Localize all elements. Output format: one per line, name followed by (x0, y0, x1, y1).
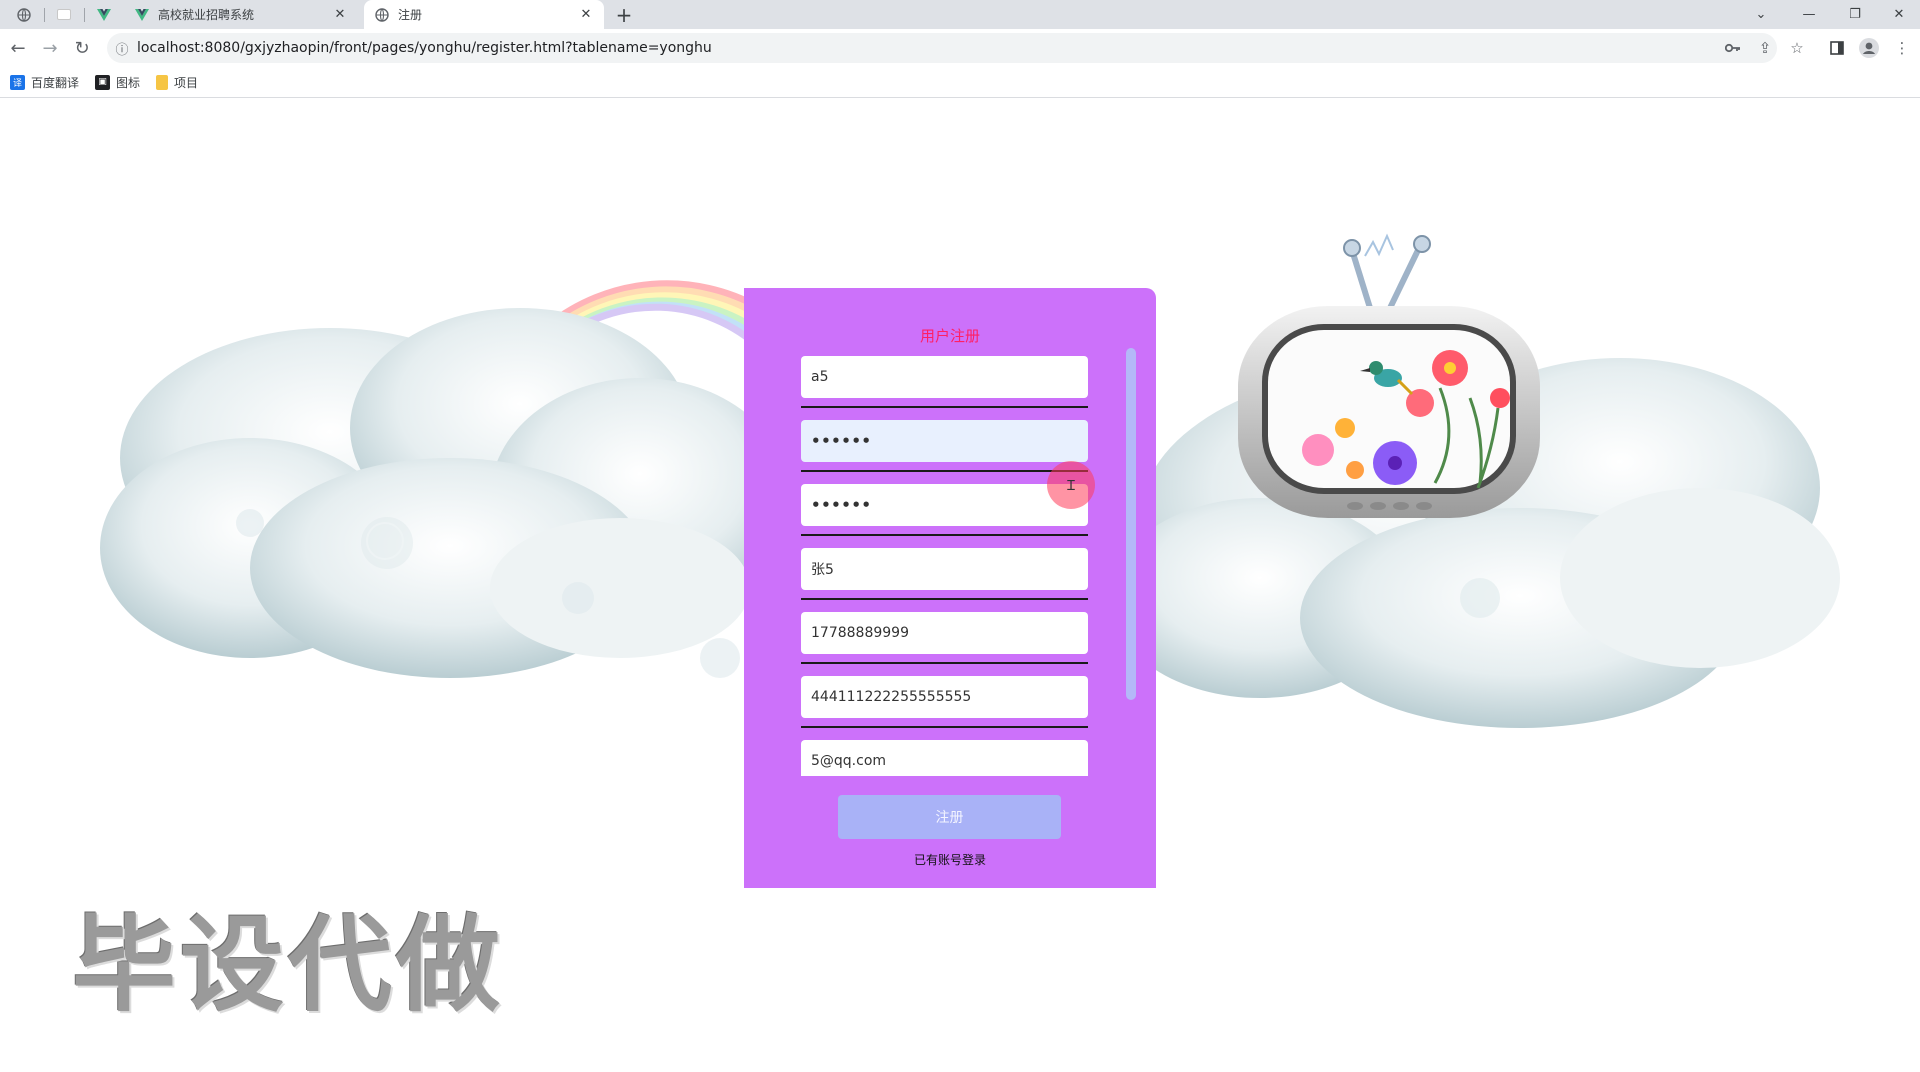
field-underline (801, 662, 1088, 664)
key-icon[interactable] (1719, 34, 1747, 62)
text-cursor-icon: Ɪ (1067, 477, 1075, 494)
browser-toolbar: ← → ↻ ⓘ localhost:8080/gxjyzhaopin/front… (0, 29, 1920, 67)
reload-icon[interactable]: ↻ (68, 34, 96, 62)
tab-register[interactable]: 注册 ✕ (364, 0, 604, 29)
share-icon[interactable]: ⇪ (1751, 34, 1779, 62)
close-tab-icon[interactable]: ✕ (332, 7, 348, 23)
close-tab-icon[interactable]: ✕ (578, 7, 594, 23)
password-field-wrap: •••••• (801, 420, 1088, 472)
watermark-text: 毕设代做 (72, 904, 505, 1026)
id-card-input[interactable]: 444111222255555555 (801, 676, 1088, 718)
minimize-icon[interactable]: — (1786, 0, 1832, 29)
bookmark-label: 项目 (174, 75, 199, 90)
blank-page-icon (57, 9, 71, 20)
bookmark-icons[interactable]: ▣ 图标 (95, 74, 140, 91)
field-value: 张5 (811, 562, 834, 578)
side-panel-icon[interactable] (1823, 34, 1851, 62)
tab-title: 高校就业招聘系统 (158, 8, 255, 22)
register-title: 用户注册 (919, 327, 980, 345)
register-card: 用户注册 a5 •••••• •••••• 张5 17788889999 444… (744, 288, 1156, 888)
field-value: 444111222255555555 (811, 689, 972, 705)
vue-logo-icon (97, 8, 111, 21)
field-underline (801, 598, 1088, 600)
page-body: 用户注册 a5 •••••• •••••• 张5 17788889999 444… (0, 98, 1920, 1072)
restore-icon[interactable]: ❐ (1832, 0, 1878, 29)
id-card-field-wrap: 444111222255555555 (801, 676, 1088, 728)
tab-separator (84, 8, 85, 22)
field-value: 17788889999 (811, 625, 909, 641)
folder-icon (156, 74, 169, 90)
field-underline (801, 534, 1088, 536)
bookmarks-bar: 译 百度翻译 ▣ 图标 项目 (0, 67, 1920, 98)
field-underline (801, 470, 1088, 472)
tab-strip: 高校就业招聘系统 ✕ 注册 ✕ + ⌄ — ❐ ✕ (0, 0, 1920, 29)
email-input[interactable]: 5@qq.com (801, 740, 1088, 776)
url-text: localhost:8080/gxjyzhaopin/front/pages/y… (137, 40, 712, 56)
close-window-icon[interactable]: ✕ (1876, 0, 1920, 29)
phone-field-wrap: 17788889999 (801, 612, 1088, 664)
image-icon: ▣ (95, 74, 111, 90)
vue-logo-icon (134, 7, 150, 23)
globe-icon (374, 7, 390, 23)
menu-kebab-icon[interactable]: ⋮ (1888, 34, 1916, 62)
tab-separator (44, 8, 45, 22)
pinned-tab-blank[interactable] (50, 0, 78, 29)
pinned-tab-globe[interactable] (10, 0, 38, 29)
pinned-tab-vue[interactable] (90, 0, 118, 29)
site-info-icon[interactable]: ⓘ (107, 39, 137, 58)
real-name-input[interactable]: 张5 (801, 548, 1088, 590)
bookmark-label: 图标 (116, 75, 141, 90)
field-value: •••••• (811, 432, 872, 450)
translate-icon: 译 (10, 74, 25, 90)
field-value: 5@qq.com (811, 753, 887, 769)
username-input[interactable]: a5 (801, 356, 1088, 398)
tab-title: 注册 (398, 8, 423, 22)
confirm-password-input[interactable]: •••••• (801, 484, 1088, 526)
field-value: •••••• (811, 496, 872, 514)
bookmark-label: 百度翻译 (31, 75, 80, 90)
profile-avatar-icon[interactable] (1855, 34, 1883, 62)
bookmark-folder-project[interactable]: 项目 (156, 74, 198, 91)
field-underline (801, 726, 1088, 728)
field-value: a5 (811, 369, 829, 385)
confirm-password-field-wrap: •••••• (801, 484, 1088, 536)
cursor-highlight: Ɪ (1047, 461, 1095, 509)
tab-recruitment-system[interactable]: 高校就业招聘系统 ✕ (124, 0, 358, 29)
username-field-wrap: a5 (801, 356, 1088, 408)
address-bar[interactable]: ⓘ localhost:8080/gxjyzhaopin/front/pages… (107, 33, 1777, 63)
back-arrow-icon[interactable]: ← (4, 34, 32, 62)
real-name-field-wrap: 张5 (801, 548, 1088, 600)
tv-illustration (1238, 233, 1540, 518)
phone-input[interactable]: 17788889999 (801, 612, 1088, 654)
existing-account-login-link[interactable]: 已有账号登录 (744, 851, 1156, 868)
email-field-wrap: 5@qq.com (801, 740, 1088, 776)
bookmark-star-icon[interactable]: ☆ (1783, 34, 1811, 62)
new-tab-button[interactable]: + (612, 0, 636, 29)
register-form-scroll-area[interactable]: a5 •••••• •••••• 张5 17788889999 44411122… (744, 356, 1156, 776)
field-underline (801, 406, 1088, 408)
forward-arrow-icon[interactable]: → (36, 34, 64, 62)
tab-search-chevron-icon[interactable]: ⌄ (1738, 0, 1784, 29)
register-button[interactable]: 注册 (838, 795, 1061, 839)
form-scrollbar[interactable] (1126, 348, 1136, 700)
password-input[interactable]: •••••• (801, 420, 1088, 462)
left-clouds (100, 308, 790, 678)
bookmark-baidu-translate[interactable]: 译 百度翻译 (10, 74, 79, 91)
globe-icon (17, 7, 31, 22)
